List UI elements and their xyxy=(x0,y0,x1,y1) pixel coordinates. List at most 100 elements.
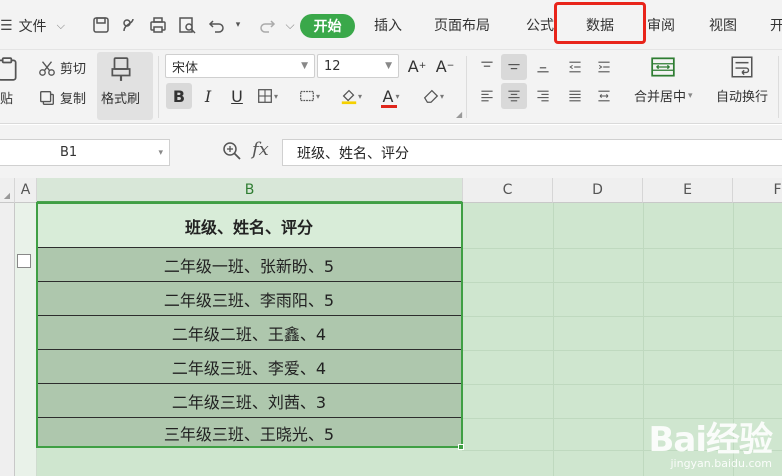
hamburger-icon: ☰ xyxy=(0,18,13,34)
tab-view[interactable]: 视图 xyxy=(709,15,737,35)
copy-icon xyxy=(38,89,56,107)
tab-page-layout[interactable]: 页面布局 xyxy=(434,15,490,35)
spreadsheet-grid[interactable]: ◢ A B C D E F 班级、姓名、评分 二年级一班、张新盼、5 二年级三班… xyxy=(0,178,782,476)
grid-line xyxy=(462,316,782,317)
underline-icon[interactable]: U xyxy=(224,83,250,109)
fill-color-icon[interactable]: ▾ xyxy=(338,83,364,109)
undo-icon[interactable] xyxy=(206,13,228,37)
ribbon-divider xyxy=(466,56,467,118)
paste-button[interactable]: 粘贴 xyxy=(0,56,20,107)
justify-icon[interactable] xyxy=(562,83,588,109)
scissors-icon xyxy=(38,59,56,77)
cell-b7[interactable]: 三年级三班、王晓光、5 xyxy=(37,418,461,448)
cell-style-icon[interactable]: ▾ xyxy=(296,83,322,109)
undo-dropdown-icon[interactable]: ▾ xyxy=(232,13,244,37)
bold-icon[interactable]: B xyxy=(166,83,192,109)
merge-center-button[interactable]: 合并居中 ▾ xyxy=(634,54,693,105)
select-all-corner[interactable]: ◢ xyxy=(0,178,15,203)
zoom-formula-icon[interactable] xyxy=(222,141,242,165)
tab-review[interactable]: 审阅 xyxy=(647,15,675,35)
column-header-d[interactable]: D xyxy=(553,178,643,203)
paste-label: 粘贴 xyxy=(0,92,13,107)
grid-line xyxy=(462,384,782,385)
print-preview-icon[interactable] xyxy=(176,13,198,37)
column-header-f[interactable]: F xyxy=(733,178,782,203)
distributed-align-icon[interactable] xyxy=(591,83,617,109)
file-menu-label: 文件 xyxy=(18,19,47,35)
merge-cells-icon xyxy=(650,54,676,80)
copy-button[interactable]: 复制 xyxy=(38,88,86,107)
font-name-dropdown-icon: ▼ xyxy=(301,61,308,71)
save-icon[interactable] xyxy=(90,13,112,37)
font-dialog-launcher-icon[interactable]: ◢ xyxy=(456,110,462,119)
column-header-a[interactable]: A xyxy=(15,178,37,203)
borders-icon[interactable]: ▾ xyxy=(254,83,280,109)
redo-icon[interactable] xyxy=(256,13,278,37)
fx-icon[interactable]: fx xyxy=(252,139,269,160)
align-bottom-icon[interactable] xyxy=(530,54,556,80)
formula-input[interactable]: 班级、姓名、评分 xyxy=(282,139,782,166)
align-top-icon[interactable] xyxy=(474,54,500,80)
font-size-dropdown-icon: ▼ xyxy=(385,61,392,71)
export-pdf-icon[interactable] xyxy=(118,13,140,37)
align-center-icon[interactable] xyxy=(501,83,527,109)
copy-label: 复制 xyxy=(60,92,87,107)
column-header-b[interactable]: B xyxy=(37,178,463,203)
font-size-value: 12 xyxy=(324,58,341,74)
paintbrush-icon xyxy=(108,56,134,82)
font-size-select[interactable]: 12 ▼ xyxy=(317,54,399,78)
checkbox[interactable] xyxy=(17,254,31,268)
merge-center-label: 合并居中 xyxy=(634,90,687,105)
increase-font-icon[interactable]: A + xyxy=(404,53,430,79)
font-color-icon[interactable]: A ▾ xyxy=(378,83,404,109)
align-middle-icon[interactable] xyxy=(501,54,527,80)
cell-b5[interactable]: 二年级三班、李爱、4 xyxy=(37,350,461,384)
format-painter-button[interactable]: 格式刷 xyxy=(101,56,140,107)
increase-indent-icon[interactable] xyxy=(591,54,617,80)
eraser-icon[interactable]: ▾ xyxy=(420,83,446,109)
tab-formula[interactable]: 公式 xyxy=(526,15,554,35)
print-icon[interactable] xyxy=(147,13,169,37)
baidu-watermark: Bai经验 jingyan.baidu.com xyxy=(648,412,773,470)
wrap-text-icon xyxy=(729,54,755,80)
column-header-c[interactable]: C xyxy=(463,178,553,203)
grid-line xyxy=(553,203,554,476)
ribbon-divider xyxy=(778,56,779,118)
paste-icon xyxy=(0,56,20,82)
font-name-value: 宋体 xyxy=(172,60,199,76)
cut-button[interactable]: 剪切 xyxy=(38,58,86,77)
formula-bar: B1 ▾ fx 班级、姓名、评分 xyxy=(0,125,782,178)
cell-b4[interactable]: 二年级二班、王鑫、4 xyxy=(37,316,461,350)
name-box[interactable]: B1 ▾ xyxy=(0,139,170,166)
italic-icon[interactable]: I xyxy=(195,83,221,109)
cell-b1[interactable]: 班级、姓名、评分 xyxy=(37,204,461,248)
column-a-cells[interactable] xyxy=(15,203,37,476)
cell-b2[interactable]: 二年级一班、张新盼、5 xyxy=(37,248,461,282)
decrease-indent-icon[interactable] xyxy=(562,54,588,80)
grid-line xyxy=(462,248,782,249)
cut-label: 剪切 xyxy=(60,62,87,77)
tab-insert[interactable]: 插入 xyxy=(374,15,402,35)
file-menu[interactable]: ☰ 文件 ⌵ xyxy=(0,14,65,38)
ribbon: 粘贴 剪切 复制 格式刷 宋体 ▼ 12 ▼ A+ A− B I U ▾ ▾ ▾ xyxy=(0,50,782,124)
row-header-gutter[interactable] xyxy=(0,203,15,476)
wrap-text-button[interactable]: 自动换行 xyxy=(716,54,768,105)
data-tab-highlight xyxy=(554,2,646,44)
tab-more[interactable]: 开 xyxy=(770,15,782,35)
decrease-font-icon[interactable]: A − xyxy=(432,53,458,79)
column-header-e[interactable]: E xyxy=(643,178,733,203)
cell-reference: B1 xyxy=(60,145,78,160)
watermark-brand: Bai经验 xyxy=(648,420,773,460)
cell-b6[interactable]: 二年级三班、刘茜、3 xyxy=(37,384,461,418)
cell-b3[interactable]: 二年级三班、李雨阳、5 xyxy=(37,282,461,316)
ribbon-divider xyxy=(158,56,159,118)
tab-start[interactable]: 开始 xyxy=(300,14,355,38)
align-right-icon[interactable] xyxy=(530,83,556,109)
chevron-down-icon: ⌵ xyxy=(56,19,65,32)
quick-access-chevron-icon[interactable]: ⌵ xyxy=(283,13,297,37)
format-painter-label: 格式刷 xyxy=(101,92,141,107)
fill-handle[interactable] xyxy=(458,444,464,450)
align-left-icon[interactable] xyxy=(474,83,500,109)
grid-line xyxy=(462,282,782,283)
font-name-select[interactable]: 宋体 ▼ xyxy=(165,54,315,78)
